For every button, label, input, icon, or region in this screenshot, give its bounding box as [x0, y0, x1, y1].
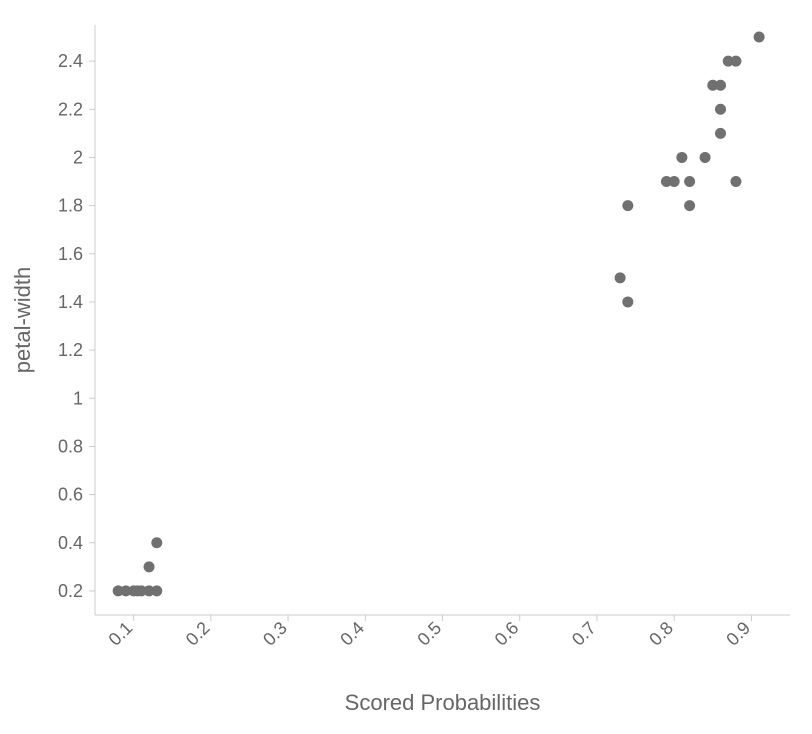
data-point	[715, 104, 726, 115]
x-tick-label: 0.2	[182, 618, 214, 650]
x-tick-label: 0.3	[259, 618, 291, 650]
y-tick-label: 2.4	[58, 51, 83, 71]
data-point	[151, 537, 162, 548]
x-tick-label: 0.5	[413, 618, 445, 650]
y-tick-label: 0.6	[58, 485, 83, 505]
data-point	[622, 200, 633, 211]
x-tick-label: 0.8	[645, 618, 677, 650]
data-point	[730, 56, 741, 67]
data-point	[715, 128, 726, 139]
y-tick-label: 2	[73, 147, 83, 167]
x-tick-label: 0.4	[336, 618, 368, 650]
y-tick-label: 2.2	[58, 99, 83, 119]
data-point	[144, 561, 155, 572]
data-point	[684, 176, 695, 187]
data-point	[730, 176, 741, 187]
data-point	[151, 585, 162, 596]
x-axis-label: Scored Probabilities	[345, 690, 541, 715]
data-point	[715, 80, 726, 91]
data-point	[676, 152, 687, 163]
x-tick-label: 0.9	[722, 618, 754, 650]
data-point	[615, 272, 626, 283]
data-point	[669, 176, 680, 187]
y-tick-label: 0.2	[58, 581, 83, 601]
y-tick-label: 1.2	[58, 340, 83, 360]
y-tick-label: 1.4	[58, 292, 83, 312]
x-tick-label: 0.6	[491, 618, 523, 650]
y-axis-label: petal-width	[10, 267, 35, 373]
data-point	[700, 152, 711, 163]
chart-container: 0.2 0.4 0.6 0.8 1 1.2 1.4 1.6 1.8 2 2.2 2.4 0.1 0.2 0.…	[0, 0, 812, 734]
y-tick-label: 1.8	[58, 196, 83, 216]
data-point	[754, 32, 765, 43]
data-point	[684, 200, 695, 211]
y-tick-label: 0.4	[58, 533, 83, 553]
x-tick-label: 0.7	[568, 618, 600, 650]
y-tick-label: 1.6	[58, 244, 83, 264]
data-point	[622, 296, 633, 307]
y-tick-label: 1	[73, 388, 83, 408]
x-tick-label: 0.1	[105, 618, 137, 650]
scatter-chart: 0.2 0.4 0.6 0.8 1 1.2 1.4 1.6 1.8 2 2.2 2.4 0.1 0.2 0.…	[0, 0, 812, 734]
y-tick-label: 0.8	[58, 436, 83, 456]
